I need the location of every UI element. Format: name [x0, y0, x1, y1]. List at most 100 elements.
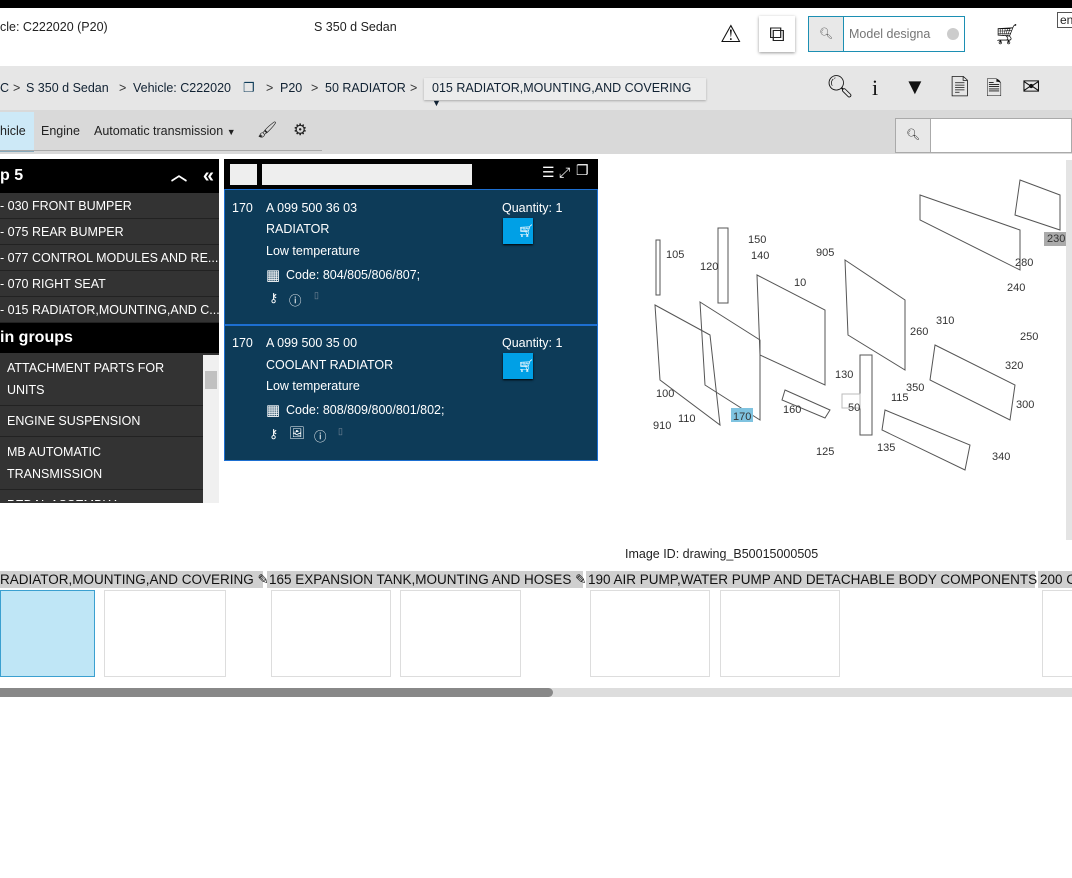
- group-item[interactable]: MB AUTOMATIC TRANSMISSION: [0, 437, 203, 490]
- language-select[interactable]: en: [1057, 12, 1072, 28]
- expand-icon[interactable]: ⤢: [559, 164, 570, 181]
- wis-icon[interactable]: 🗎: [986, 74, 1002, 108]
- callout-170[interactable]: 170: [733, 411, 751, 423]
- zoom-in-icon[interactable]: 🔍︎: [826, 74, 854, 100]
- key-icon[interactable]: ⚷: [269, 426, 278, 441]
- breadcrumb-item[interactable]: C: [0, 81, 9, 95]
- tab-engine[interactable]: Engine: [41, 112, 80, 150]
- thumb-group-header: 165 EXPANSION TANK,MOUNTING AND HOSES ✎: [267, 571, 586, 588]
- cart-add-icon[interactable]: 🛒︎: [994, 22, 1019, 47]
- filter-box[interactable]: [230, 164, 257, 185]
- code-table-icon: ▦: [266, 267, 281, 284]
- parts-search[interactable]: 🔍︎: [895, 118, 1072, 153]
- breadcrumb-item[interactable]: 50 RADIATOR: [325, 81, 406, 95]
- recent-item[interactable]: - 077 CONTROL MODULES AND RE...: [0, 245, 219, 271]
- search-icon[interactable]: 🔍︎: [809, 17, 844, 51]
- new-window-icon[interactable]: ❐: [576, 162, 589, 179]
- model-search[interactable]: 🔍︎: [808, 16, 965, 52]
- scrollbar-thumb[interactable]: [0, 688, 553, 697]
- part-card[interactable]: 170 A 099 500 36 03 RADIATOR Low tempera…: [224, 189, 598, 325]
- key-icon[interactable]: ⚷: [269, 290, 278, 305]
- callout-120[interactable]: 120: [700, 261, 718, 273]
- image-id: Image ID: drawing_B50015000505: [625, 547, 819, 561]
- add-to-cart-button[interactable]: 🛒︎: [503, 218, 534, 244]
- recent-item[interactable]: - 075 REAR BUMPER: [0, 219, 219, 245]
- document-alert-icon[interactable]: 📄︎: [947, 74, 972, 99]
- info-icon[interactable]: i: [872, 75, 878, 101]
- sidebar-header: p 5 ︿ «: [0, 159, 219, 193]
- recent-item[interactable]: - 070 RIGHT SEAT: [0, 271, 219, 297]
- wis-doc-icon[interactable]: ▯: [338, 426, 343, 437]
- callout-105[interactable]: 105: [666, 249, 684, 261]
- thumbnail[interactable]: [400, 590, 521, 677]
- callout-10[interactable]: 10: [794, 277, 806, 289]
- thumb-group-header: 190 AIR PUMP,WATER PUMP AND DETACHABLE B…: [586, 571, 1052, 588]
- callout-100[interactable]: 100: [656, 388, 674, 400]
- add-to-cart-button[interactable]: 🛒︎: [503, 353, 534, 379]
- callout-130[interactable]: 130: [835, 369, 853, 381]
- breadcrumb-item[interactable]: S 350 d Sedan: [26, 81, 109, 95]
- part-number[interactable]: A 099 500 35 00: [266, 336, 357, 350]
- group-item[interactable]: PEDAL ASSEMBLY: [0, 490, 203, 501]
- scrollbar[interactable]: [203, 355, 219, 503]
- callout-160[interactable]: 160: [783, 404, 801, 416]
- thumbnail[interactable]: [720, 590, 840, 677]
- thumbnail-selected[interactable]: [0, 590, 95, 677]
- callout-50[interactable]: 50: [848, 402, 860, 414]
- callout-300[interactable]: 300: [1016, 399, 1034, 411]
- part-number[interactable]: A 099 500 36 03: [266, 201, 357, 215]
- mail-icon[interactable]: ✉: [1022, 74, 1040, 100]
- thumbnail[interactable]: [590, 590, 710, 677]
- callout-150[interactable]: 150: [748, 234, 766, 246]
- info-circle-icon[interactable]: ⓘ: [314, 426, 327, 445]
- thumbnail[interactable]: [104, 590, 226, 677]
- callout-230[interactable]: 230: [1047, 233, 1065, 245]
- callout-110[interactable]: 110: [678, 413, 696, 425]
- callout-125[interactable]: 125: [816, 446, 834, 458]
- callout-905[interactable]: 905: [816, 247, 834, 259]
- search-icon[interactable]: 🔍︎: [896, 119, 931, 152]
- breadcrumb-item[interactable]: Vehicle: C222020: [133, 81, 231, 95]
- chevron-up-icon[interactable]: ︿: [171, 159, 187, 193]
- collapse-icon[interactable]: «: [203, 159, 214, 193]
- recent-item[interactable]: - 015 RADIATOR,MOUNTING,AND C...: [0, 297, 219, 323]
- wis-doc-icon[interactable]: ▯: [314, 290, 319, 301]
- breadcrumb-item[interactable]: P20: [280, 81, 302, 95]
- tab-automatic-transmission[interactable]: Automatic transmission ▼: [94, 112, 236, 151]
- group-item[interactable]: ATTACHMENT PARTS FOR UNITS: [0, 353, 203, 406]
- thumbnail[interactable]: [1042, 590, 1072, 677]
- copy-button[interactable]: ⧉: [759, 16, 795, 52]
- parts-filter-input[interactable]: [262, 164, 472, 185]
- recent-item[interactable]: - 030 FRONT BUMPER: [0, 193, 219, 219]
- thumbnail[interactable]: [271, 590, 391, 677]
- callout-910[interactable]: 910: [653, 420, 671, 432]
- parts-diagram[interactable]: 105 120 150 140 905 10 230 280 240 310 260 250 320 10…: [620, 160, 1066, 480]
- wheel-tool-icon[interactable]: ⚙: [293, 120, 307, 140]
- callout-320[interactable]: 320: [1005, 360, 1023, 372]
- group-item[interactable]: ENGINE SUSPENSION: [0, 406, 203, 437]
- callout-310[interactable]: 310: [936, 315, 954, 327]
- callout-250[interactable]: 250: [1020, 331, 1038, 343]
- clear-icon[interactable]: [947, 28, 959, 40]
- info-circle-icon[interactable]: ⓘ: [289, 290, 302, 309]
- callout-280[interactable]: 280: [1015, 257, 1033, 269]
- callout-260[interactable]: 260: [910, 326, 928, 338]
- list-icon[interactable]: ☰: [542, 164, 555, 181]
- callout-240[interactable]: 240: [1007, 282, 1025, 294]
- image-icon[interactable]: 🖼︎: [289, 426, 305, 441]
- callout-350[interactable]: 350: [906, 382, 924, 394]
- tab-vehicle[interactable]: hicle: [0, 112, 34, 152]
- edit-icon[interactable]: ✎: [575, 572, 586, 587]
- subgroup-dropdown[interactable]: 015 RADIATOR,MOUNTING,AND COVERING ▼: [424, 78, 706, 108]
- callout-135[interactable]: 135: [877, 442, 895, 454]
- model-search-input[interactable]: [849, 23, 949, 45]
- callout-140[interactable]: 140: [751, 250, 769, 262]
- horizontal-scrollbar[interactable]: [0, 688, 1072, 697]
- part-card[interactable]: 170 A 099 500 35 00 COOLANT RADIATOR Low…: [224, 325, 598, 461]
- part-position: 170: [232, 201, 253, 215]
- copy-vin-icon[interactable]: ❐: [243, 80, 255, 96]
- warning-icon[interactable]: ⚠: [720, 20, 742, 49]
- filter-icon[interactable]: ▼: [904, 74, 926, 100]
- callout-340[interactable]: 340: [992, 451, 1010, 463]
- paint-icon[interactable]: 🖌︎: [257, 120, 277, 140]
